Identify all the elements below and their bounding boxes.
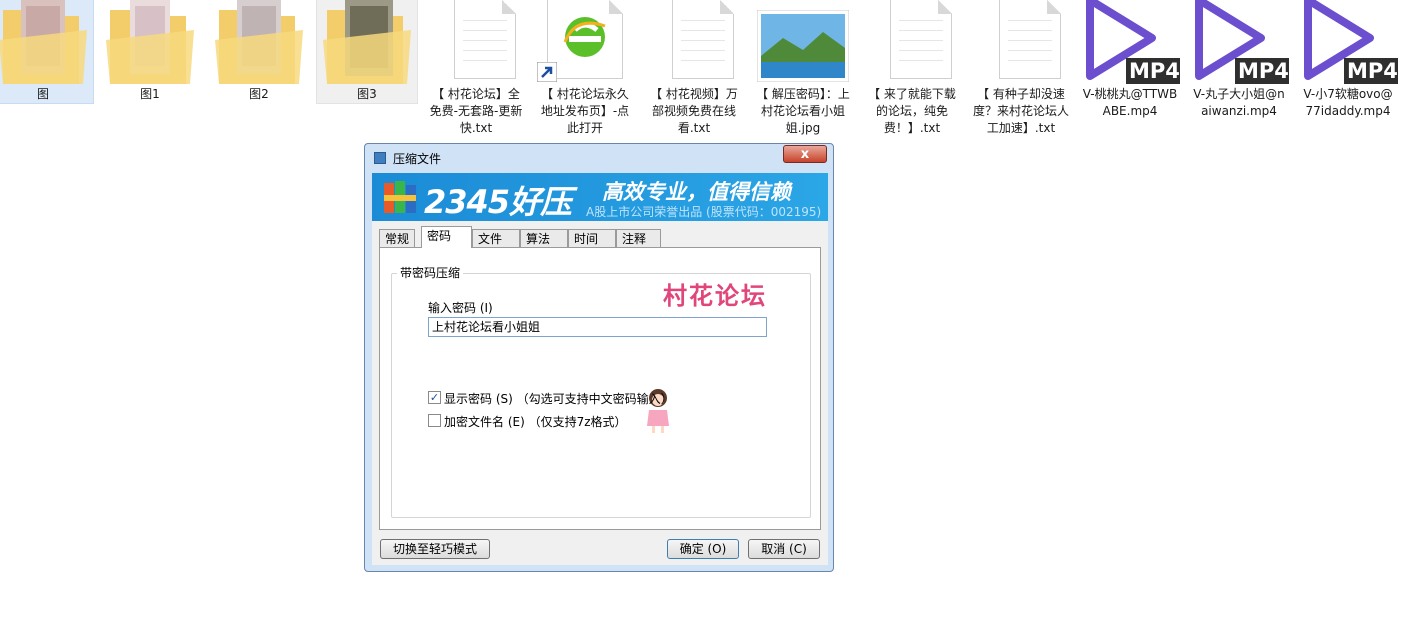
dialog-client-area: 常规 密码 文件 算法 时间 注释 带密码压缩 输入密码 (I) 上村花论坛看小… bbox=[372, 221, 828, 565]
cancel-button[interactable]: 取消 (C) bbox=[748, 539, 820, 559]
tab-password[interactable]: 密码 bbox=[421, 226, 472, 248]
desktop-file-view: 图 图1 图2 图3 【 村花论坛】全免费-无套路-更新快.txt 【 村花论坛… bbox=[0, 0, 1405, 140]
file-name: 【 村花视频】万部视频免费在线看.txt bbox=[650, 87, 738, 135]
shortcut-arrow-icon bbox=[537, 62, 557, 82]
encrypt-filenames-checkbox[interactable] bbox=[428, 414, 441, 427]
video-file-item[interactable]: MP4 V-小7软糖ovo@77idaddy.mp4 bbox=[1298, 0, 1398, 120]
brand-banner: 2345好压 高效专业，值得信赖 A股上市公司荣誉出品 (股票代码：002195… bbox=[372, 173, 828, 221]
image-file-item[interactable]: 【 解压密码】：上村花论坛看小姐姐.jpg bbox=[753, 0, 853, 137]
txt-file-item[interactable]: 【 有种子却没速度？来村花论坛人工加速】.txt bbox=[971, 0, 1071, 137]
file-name: 【 村花论坛】全免费-无套路-更新快.txt bbox=[429, 87, 523, 135]
file-name: V-丸子大小姐@naiwanzi.mp4 bbox=[1193, 87, 1285, 118]
video-file-item[interactable]: MP4 V-桃桃丸@TTWBABE.mp4 bbox=[1080, 0, 1180, 120]
file-name: 图1 bbox=[140, 87, 160, 101]
groupbox-title: 带密码压缩 bbox=[397, 264, 464, 281]
tab-time[interactable]: 时间 bbox=[568, 229, 616, 247]
text-file-icon bbox=[862, 0, 962, 84]
brand-subtitle: A股上市公司荣誉出品 (股票代码：002195) bbox=[586, 205, 822, 219]
tab-files[interactable]: 文件 bbox=[472, 229, 520, 247]
tab-general[interactable]: 常规 bbox=[379, 229, 416, 247]
file-name: 图3 bbox=[357, 87, 377, 101]
mp4-badge: MP4 bbox=[1129, 59, 1180, 83]
file-name: V-桃桃丸@TTWBABE.mp4 bbox=[1082, 87, 1178, 118]
switch-lite-mode-button[interactable]: 切换至轻巧模式 bbox=[380, 539, 490, 559]
mp4-video-icon: MP4 bbox=[1189, 0, 1289, 84]
password-label: 输入密码 (I) bbox=[428, 301, 493, 315]
tab-comment[interactable]: 注释 bbox=[616, 229, 661, 247]
password-input[interactable]: 上村花论坛看小姐姐 bbox=[428, 317, 767, 337]
show-password-checkbox[interactable]: ✓ bbox=[428, 391, 441, 404]
mp4-video-icon: MP4 bbox=[1298, 0, 1398, 84]
folder-icon bbox=[209, 0, 309, 84]
file-name: 【 村花论坛永久地址发布页】-点此打开 bbox=[540, 87, 630, 135]
image-thumbnail-icon bbox=[753, 0, 853, 84]
txt-file-item[interactable]: 【 来了就能下载的论坛，纯免费！】.txt bbox=[862, 0, 962, 137]
video-file-item[interactable]: MP4 V-丸子大小姐@naiwanzi.mp4 bbox=[1189, 0, 1289, 120]
folder-item[interactable]: 图1 bbox=[100, 0, 200, 103]
dialog-title: 压缩文件 bbox=[393, 152, 442, 166]
ok-button[interactable]: 确定 (O) bbox=[667, 539, 739, 559]
folder-icon bbox=[0, 0, 93, 84]
text-file-icon bbox=[644, 0, 744, 84]
encrypt-filenames-label: 加密文件名 (E) （仅支持7z格式） bbox=[444, 415, 627, 429]
tab-algorithm[interactable]: 算法 bbox=[520, 229, 568, 247]
dialog-titlebar[interactable]: 压缩文件 x bbox=[365, 144, 833, 172]
file-name: 【 有种子却没速度？来村花论坛人工加速】.txt bbox=[973, 87, 1070, 135]
folder-item[interactable]: 图2 bbox=[209, 0, 309, 103]
mp4-video-icon: MP4 bbox=[1080, 0, 1180, 84]
file-name: 图2 bbox=[249, 87, 269, 101]
forum-watermark: 村花论坛 bbox=[663, 282, 767, 310]
file-name: V-小7软糖ovo@77idaddy.mp4 bbox=[1303, 87, 1393, 118]
show-password-label: 显示密码 (S) （勾选可支持中文密码输入） bbox=[444, 392, 673, 406]
compress-dialog: 压缩文件 x 2345好压 高效专业，值得信赖 A股上市公司荣誉出品 (股票代码… bbox=[364, 143, 834, 572]
folder-item[interactable]: 图3 bbox=[316, 0, 418, 104]
file-name: 【 来了就能下载的论坛，纯免费！】.txt bbox=[868, 87, 956, 135]
password-tab-panel: 带密码压缩 输入密码 (I) 上村花论坛看小姐姐 村花论坛 ✓ 显示密码 (S)… bbox=[379, 247, 821, 530]
text-file-icon bbox=[426, 0, 526, 84]
txt-file-item[interactable]: 【 村花视频】万部视频免费在线看.txt bbox=[644, 0, 744, 137]
folder-item[interactable]: 图 bbox=[0, 0, 94, 104]
close-button[interactable]: x bbox=[783, 145, 827, 163]
txt-file-item[interactable]: 【 村花论坛】全免费-无套路-更新快.txt bbox=[426, 0, 526, 137]
archive-app-icon bbox=[374, 152, 386, 164]
file-name: 图 bbox=[36, 87, 49, 101]
archive-books-icon bbox=[384, 181, 416, 213]
file-name: 【 解压密码】：上村花论坛看小姐姐.jpg bbox=[756, 87, 850, 135]
text-file-icon bbox=[971, 0, 1071, 84]
brand-logo: 2345好压 bbox=[424, 183, 572, 221]
mp4-badge: MP4 bbox=[1347, 59, 1398, 83]
shortcut-item[interactable]: 【 村花论坛永久地址发布页】-点此打开 bbox=[535, 0, 635, 137]
folder-icon bbox=[100, 0, 200, 84]
browser-shortcut-icon bbox=[535, 0, 635, 84]
mp4-badge: MP4 bbox=[1238, 59, 1289, 83]
folder-icon bbox=[317, 0, 417, 84]
brand-slogan: 高效专业，值得信赖 bbox=[602, 180, 791, 204]
